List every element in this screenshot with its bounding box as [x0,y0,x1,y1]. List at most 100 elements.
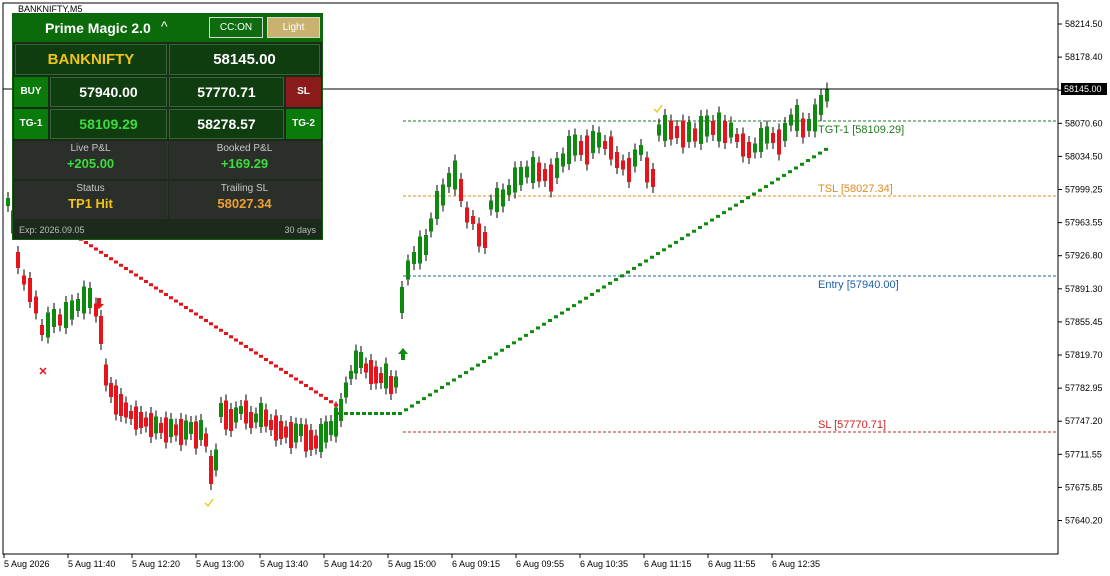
buy-button[interactable]: BUY [14,77,48,107]
candle-body [239,406,243,414]
panel-header: Prime Magic 2.0 ^ CC:ON Light [13,14,322,42]
trend-dot [752,192,756,196]
trend-dot [740,199,744,203]
trend-dot [470,367,474,371]
status-value: TP1 Hit [68,196,113,211]
candle-body [129,411,133,419]
candle-body [537,162,541,182]
candle-body [651,169,655,187]
candle-body [259,403,263,427]
candle-body [663,115,667,141]
candle-body [329,421,333,435]
candle-body [389,376,393,394]
trend-dot [590,292,594,296]
x-tick-label: 5 Aug 12:20 [132,559,180,569]
trend-dot [722,211,726,215]
candle-body [418,236,422,264]
y-tick-label: 57747.20 [1065,416,1103,426]
candle-body [783,123,787,141]
candle-body [334,407,338,437]
candle-body [40,325,44,335]
candle-body [501,189,505,207]
trend-dot [362,412,366,415]
candle-body [435,191,439,219]
trend-dot [386,412,390,415]
booked-pl-label: Booked P&L [216,143,273,154]
candle-body [591,131,595,153]
candle-body [204,433,208,447]
buy-price-value: 57940.00 [50,77,167,107]
current-price-tag: 58145.00 [1064,84,1102,94]
candle-body [723,121,727,143]
trend-dot [416,400,420,404]
candle-body [169,419,173,437]
candle-body [657,124,661,136]
trend-dot [794,166,798,170]
prime-magic-panel: Prime Magic 2.0 ^ CC:ON Light BANKNIFTY … [12,13,323,240]
trend-dot [638,263,642,267]
y-tick-label: 58214.50 [1065,19,1103,29]
trend-dot [244,345,248,348]
candle-body [429,218,433,232]
candle-body [483,232,487,248]
candle-body [344,382,348,398]
expiry-date: Exp: 2026.09.05 [19,225,85,235]
trend-dot [344,412,348,415]
candle-body [64,302,68,328]
candle-body [99,316,103,344]
trend-dot [614,278,618,282]
sl-level-label: SL [57770.71] [818,419,886,431]
sl-button[interactable]: SL [286,77,321,107]
candle-body [795,105,799,131]
trend-dot [818,151,822,155]
trend-dot [314,390,318,394]
candle-body [465,207,469,223]
trend-dot [476,363,480,367]
y-tick-label: 58034.50 [1065,151,1103,161]
trend-dot [800,162,804,166]
trailing-sl-box: Trailing SL 58027.34 [169,181,321,219]
trend-dot [254,351,258,355]
x-tick-label: 5 Aug 13:40 [260,559,308,569]
trend-dot [319,393,323,397]
trend-dot [776,177,780,181]
y-tick-label: 57711.55 [1065,449,1102,459]
trend-dot [129,270,133,274]
trend-dot [194,312,198,316]
trend-dot [304,384,308,387]
candle-body [424,235,428,255]
trend-dot [608,281,612,285]
candle-body [819,95,823,115]
candle-body [354,350,358,374]
trend-dot [94,247,98,251]
candle-body [34,296,38,314]
trend-dot [662,248,666,252]
theme-light-button[interactable]: Light [267,17,320,38]
trend-dot [560,311,564,315]
trend-dot [154,286,158,290]
tg2-button[interactable]: TG-2 [286,109,321,139]
trend-dot [554,315,558,319]
trend-dot [274,364,278,368]
collapse-caret-icon[interactable]: ^ [161,18,168,34]
trend-dot [279,367,283,371]
trend-dot [566,307,570,311]
candle-body [675,126,679,138]
candle-body [124,402,128,418]
y-tick-label: 57963.55 [1065,218,1103,228]
candle-body [209,456,213,484]
candle-body [813,104,817,132]
x-tick-label: 6 Aug 11:15 [644,559,691,569]
trend-dot [656,252,660,256]
candle-body [489,200,493,210]
booked-pl-box: Booked P&L +169.29 [169,141,321,179]
trend-dot [428,393,432,397]
candle-body [603,141,607,149]
candle-body [109,383,113,397]
trend-dot [149,283,153,287]
tg1-button[interactable]: TG-1 [14,109,48,139]
cc-toggle-button[interactable]: CC:ON [209,17,263,38]
trend-dot [716,214,720,218]
x-tick-label: 5 Aug 2026 [4,559,50,569]
candle-body [214,449,218,471]
